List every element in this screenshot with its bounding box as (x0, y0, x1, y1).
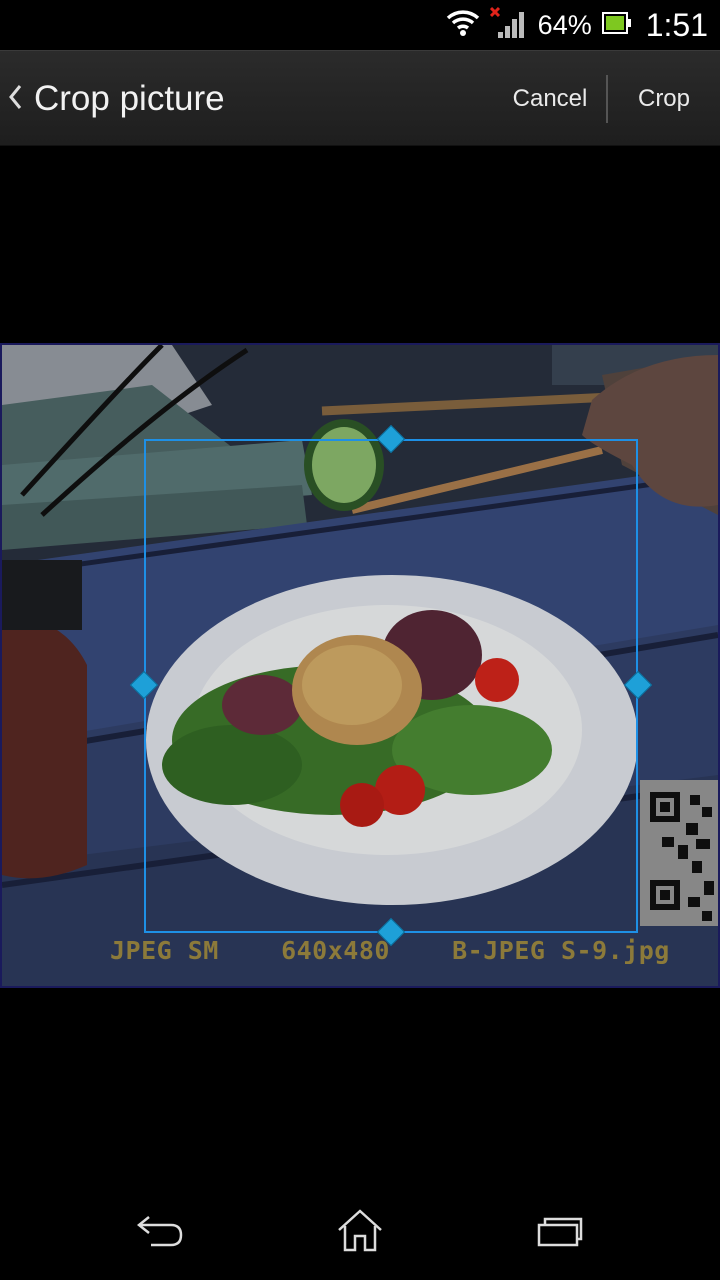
battery-percent: 64% (537, 9, 592, 40)
cancel-button[interactable]: Cancel (496, 51, 604, 147)
up-navigation-button[interactable]: Crop picture (0, 51, 260, 147)
chevron-left-icon (8, 84, 22, 115)
signal-icon (489, 6, 528, 45)
page-title: Crop picture (34, 79, 225, 118)
crop-button[interactable]: Crop (610, 51, 718, 147)
wifi-icon (446, 9, 480, 42)
back-button[interactable] (100, 1186, 220, 1280)
home-icon (335, 1208, 385, 1259)
battery-icon (601, 11, 632, 40)
crop-rectangle[interactable] (144, 439, 638, 933)
status-icons: 64% 1:51 (446, 0, 708, 50)
status-bar: 64% 1:51 (0, 0, 720, 50)
clock: 1:51 (645, 6, 708, 43)
recent-apps-button[interactable] (500, 1186, 620, 1280)
crop-screen: 64% 1:51 Crop picture Cancel Crop JPEG S… (0, 0, 720, 1280)
recent-apps-icon (535, 1213, 585, 1254)
action-divider (606, 75, 608, 123)
home-button[interactable] (300, 1186, 420, 1280)
navigation-bar (0, 1186, 720, 1280)
photo-caption: JPEG SM 640x480 B-JPEG S-9.jpg (110, 936, 670, 965)
back-icon (135, 1211, 185, 1256)
action-bar: Crop picture Cancel Crop (0, 50, 720, 146)
